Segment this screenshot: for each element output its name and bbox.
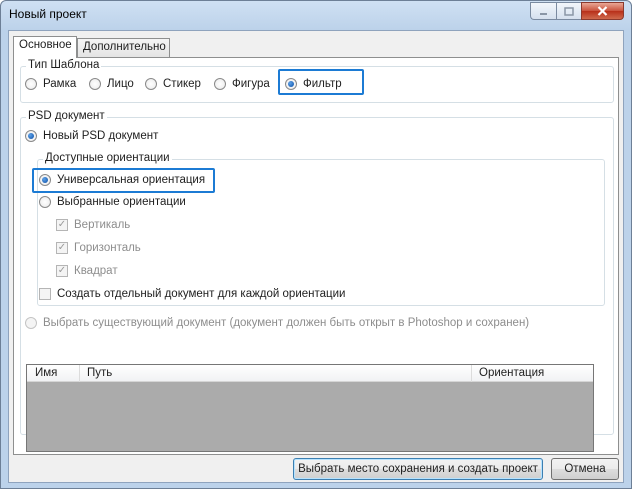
maximize-icon: [564, 6, 574, 16]
radio-frame-indicator: [25, 78, 37, 90]
radio-existing-indicator: [25, 317, 37, 329]
checkbox-vertical[interactable]: ✓ Вертикаль: [56, 219, 130, 231]
checkbox-separate-box: [39, 288, 51, 300]
checkbox-square[interactable]: ✓ Квадрат: [56, 265, 118, 277]
radio-sticker-label: Стикер: [163, 78, 201, 90]
maximize-button[interactable]: [556, 2, 581, 20]
column-path[interactable]: Путь: [87, 367, 112, 379]
radio-face-indicator: [89, 78, 101, 90]
orientations-legend: Доступные ориентации: [43, 152, 172, 164]
checkbox-horizontal-box: ✓: [56, 242, 68, 254]
radio-filter-label: Фильтр: [303, 78, 342, 90]
column-name[interactable]: Имя: [35, 367, 57, 379]
radio-figure[interactable]: Фигура: [214, 78, 270, 90]
radio-filter-indicator: [285, 78, 297, 90]
orientations-group: Доступные ориентации Универсальная ориен…: [32, 152, 605, 306]
checkbox-horizontal[interactable]: ✓ Горизонталь: [56, 242, 141, 254]
radio-face[interactable]: Лицо: [89, 78, 134, 90]
checkbox-square-box: ✓: [56, 265, 68, 277]
close-icon: [597, 6, 608, 16]
caption-buttons: [530, 2, 624, 20]
radio-universal-label: Универсальная ориентация: [57, 174, 206, 186]
tab-page-main: Тип Шаблона Рамка Лицо Стикер Фигура Фил…: [13, 57, 619, 455]
radio-figure-indicator: [214, 78, 226, 90]
radio-universal-orientation[interactable]: Универсальная ориентация: [39, 174, 205, 186]
window-title: Новый проект: [9, 7, 87, 21]
radio-universal-indicator: [39, 174, 51, 186]
minimize-button[interactable]: [530, 2, 556, 20]
checkbox-horizontal-label: Горизонталь: [74, 242, 141, 254]
checkbox-vertical-label: Вертикаль: [74, 219, 131, 231]
column-separator[interactable]: [471, 365, 472, 382]
minimize-icon: [540, 12, 547, 15]
radio-filter[interactable]: Фильтр: [285, 78, 342, 90]
radio-new-psd[interactable]: Новый PSD документ: [25, 130, 158, 142]
cancel-button[interactable]: Отмена: [551, 458, 619, 480]
title-bar[interactable]: Новый проект: [1, 1, 631, 30]
column-orientation[interactable]: Ориентация: [479, 367, 544, 379]
radio-sticker[interactable]: Стикер: [145, 78, 201, 90]
radio-sticker-indicator: [145, 78, 157, 90]
radio-frame-label: Рамка: [43, 78, 77, 90]
radio-selected-indicator: [39, 196, 51, 208]
save-and-create-button[interactable]: Выбрать место сохранения и создать проек…: [293, 458, 543, 480]
tab-additional[interactable]: Дополнительно: [77, 38, 170, 57]
documents-list-header: Имя Путь Ориентация: [27, 365, 593, 382]
checkbox-separate-label: Создать отдельный документ для каждой ор…: [57, 288, 346, 300]
radio-selected-label: Выбранные ориентации: [57, 196, 186, 208]
radio-face-label: Лицо: [107, 78, 134, 90]
radio-selected-orientations[interactable]: Выбранные ориентации: [39, 196, 186, 208]
checkbox-separate-document[interactable]: Создать отдельный документ для каждой ор…: [39, 288, 345, 300]
dialog-client-area: Основное Дополнительно Тип Шаблона Рамка…: [8, 30, 624, 483]
psd-document-legend: PSD документ: [26, 110, 107, 122]
radio-new-psd-indicator: [25, 130, 37, 142]
dialog-window: Новый проект Основное Дополнительно Тип …: [0, 0, 632, 489]
radio-frame[interactable]: Рамка: [25, 78, 76, 90]
checkbox-vertical-box: ✓: [56, 219, 68, 231]
template-type-legend: Тип Шаблона: [26, 59, 102, 71]
radio-figure-label: Фигура: [232, 78, 270, 90]
checkbox-square-label: Квадрат: [74, 265, 118, 277]
column-separator[interactable]: [79, 365, 80, 382]
radio-new-psd-label: Новый PSD документ: [43, 130, 159, 142]
template-type-group: Тип Шаблона Рамка Лицо Стикер Фигура Фил…: [20, 59, 614, 103]
tab-main[interactable]: Основное: [13, 36, 77, 58]
radio-existing-label: Выбрать существующий документ (документ …: [43, 317, 530, 329]
close-button[interactable]: [581, 2, 624, 20]
documents-list[interactable]: Имя Путь Ориентация: [26, 364, 594, 452]
radio-existing-document[interactable]: Выбрать существующий документ (документ …: [25, 317, 529, 329]
